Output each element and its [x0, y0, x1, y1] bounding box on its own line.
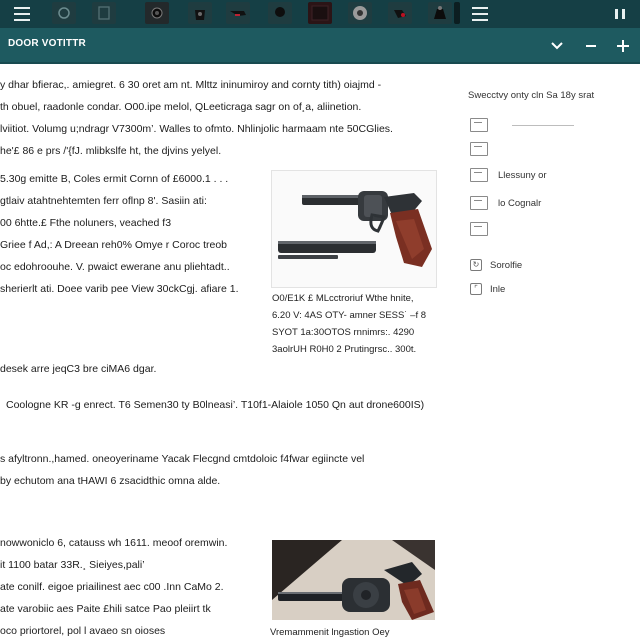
title-bar: DOOR VOTITTR — [0, 28, 640, 64]
article-content: y dhar bfierac,. amiegret. 6 30 oret am … — [0, 64, 448, 640]
pause-icon[interactable] — [610, 4, 630, 24]
text-line: Coologne KR -g enrect. T6 Semen30 ty B0l… — [6, 399, 425, 411]
user-icon[interactable] — [268, 2, 292, 24]
paragraph-2: 5.30g emitte B, Coles ermit Cornn of £60… — [0, 168, 239, 300]
text-line: 00 6htte.£ Fthe noluners, veached f3 — [0, 217, 172, 229]
text-line: gtlaiv atahtnehtemten ferr oflnp 8'. Sas… — [0, 195, 207, 207]
text-line: oco priortorel, pol l avaeo sn oioses — [0, 625, 166, 637]
text-line: y dhar bfierac,. amiegret. 6 30 oret am … — [0, 79, 382, 91]
sidebar-option-5[interactable] — [470, 220, 498, 238]
bag-icon[interactable] — [188, 2, 212, 24]
sidebar-option-4[interactable]: lo Cognalr — [470, 194, 541, 212]
text-line: nowwoniclo 6, catauss wh 1611. meoof ore… — [0, 537, 228, 549]
option-input-line[interactable] — [512, 124, 574, 126]
paragraph-6: nowwoniclo 6, catauss wh 1611. meoof ore… — [0, 532, 227, 640]
corner-icon: ⌜ — [470, 283, 482, 295]
sidebar-heading: Swecctvy onty cln Sa 18y srat — [468, 90, 595, 101]
sidebar-option-3[interactable]: Llessuny or — [470, 166, 547, 184]
frame-icon — [470, 142, 488, 156]
text-line: 5.30g emitte B, Coles ermit Cornn of £60… — [0, 173, 229, 185]
chat-icon[interactable] — [226, 2, 250, 24]
plus-icon[interactable] — [612, 35, 634, 57]
photo-caption: Vremammenit lngastion Oey — [270, 627, 390, 638]
text-line: th obuel, raadonle condar. O00.ipe melol… — [0, 101, 362, 113]
paragraph-3: desek arre jeqC3 bre ciMA6 dgar. — [0, 358, 156, 380]
minus-icon[interactable] — [580, 35, 602, 57]
frame-icon — [470, 168, 488, 182]
option-label: Llessuny or — [498, 169, 547, 181]
option-label: lo Cognalr — [498, 197, 542, 209]
text-line: s afyltronn.,hamed. oneoyeriname Yacak F… — [0, 453, 365, 465]
top-toolbar — [0, 0, 640, 28]
frame-icon — [470, 196, 488, 210]
lock-icon[interactable] — [428, 2, 452, 24]
text-line: it 1100 batar 33R.¸ Sieiyes,pali’ — [0, 559, 145, 571]
figure-caption: O0/E1K £ MLcctroriuf Wthe hnite, 6.20 V:… — [272, 290, 426, 358]
link-label: Inle — [490, 283, 506, 295]
document-icon[interactable] — [92, 2, 116, 24]
text-line: lviitiot. Volumg u;ndragr V7300m’. Walle… — [0, 123, 393, 135]
separator-bar — [454, 2, 460, 24]
paragraph-5: s afyltronn.,hamed. oneoyeriname Yacak F… — [0, 448, 364, 492]
sidebar-link-2[interactable]: ⌜ Inle — [470, 280, 505, 298]
grid-icon[interactable] — [308, 2, 332, 24]
caption-line: SYOT 1a:30OTOS rnnimrs:. 4290 — [272, 327, 415, 338]
text-line: he'£ 86 e prs /'{fJ. mlibkslfe ht, the d… — [0, 145, 222, 157]
text-line: by echutom ana tHAWI 6 zsacidthic omna a… — [0, 475, 221, 487]
camera-icon[interactable] — [145, 2, 169, 24]
sidebar-option-2[interactable] — [470, 140, 498, 158]
revolver-image — [271, 170, 437, 288]
frame-icon — [470, 222, 488, 236]
settings-icon[interactable] — [52, 2, 76, 24]
chevron-down-icon[interactable] — [546, 35, 568, 57]
text-line: Griee f Ad,: A Dreean reh0% Omye r Coroc… — [0, 239, 228, 251]
text-line: desek arre jeqC3 bre ciMA6 dgar. — [0, 363, 157, 375]
caption-line: 3aolrUH R0H0 2 Prutingrsc.. 300t. — [272, 344, 417, 355]
refresh-icon: ↻ — [470, 259, 482, 271]
disc-icon[interactable] — [348, 2, 372, 24]
tag-icon[interactable] — [388, 2, 412, 24]
caption-line: 6.20 V: 4AS OTY- amner SESS˙ –f 8 — [272, 310, 427, 321]
text-line: ate varobiic aes Paite £hili satce Pao p… — [0, 603, 211, 615]
menu-icon[interactable] — [12, 4, 32, 24]
text-line: ate conilf. eigoe priailinest aec c00 .I… — [0, 581, 224, 593]
caption-line: O0/E1K £ MLcctroriuf Wthe hnite, — [272, 293, 414, 304]
link-label: Sorolfie — [490, 259, 523, 271]
sidebar-option-1[interactable] — [470, 116, 574, 134]
text-line: oc edohroouhe. V. pwaict ewerane anu pli… — [0, 261, 230, 273]
revolver-photo — [272, 540, 435, 620]
paragraph-1: y dhar bfierac,. amiegret. 6 30 oret am … — [0, 74, 393, 162]
text-line: sherierlt ati. Doee varib pee View 30ckC… — [0, 283, 239, 295]
window-title: DOOR VOTITTR — [8, 38, 86, 49]
options-sidebar: Swecctvy onty cln Sa 18y srat Llessuny o… — [458, 64, 640, 640]
menu-icon[interactable] — [470, 4, 490, 24]
frame-icon — [470, 118, 488, 132]
paragraph-4: Coologne KR -g enrect. T6 Semen30 ty B0l… — [6, 394, 424, 416]
sidebar-link-1[interactable]: ↻ Sorolfie — [470, 256, 522, 274]
